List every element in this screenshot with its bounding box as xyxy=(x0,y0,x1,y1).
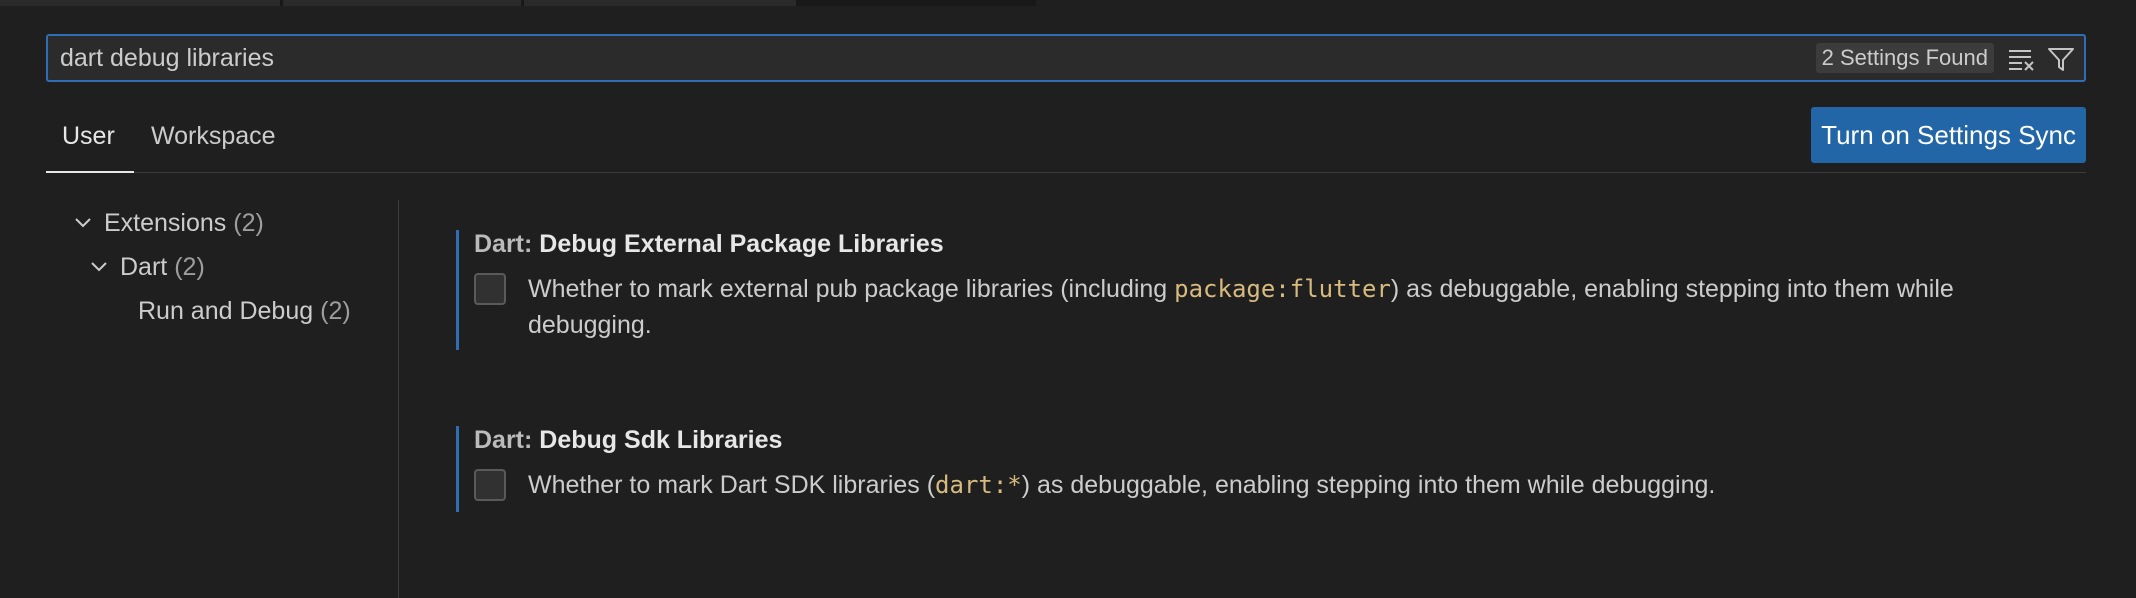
search-input[interactable] xyxy=(60,36,1760,80)
setting-description: Whether to mark Dart SDK libraries (dart… xyxy=(528,467,2078,503)
description-code: package:flutter xyxy=(1174,275,1391,303)
toc-item-label: Dart xyxy=(120,253,168,281)
active-tab-indicator xyxy=(46,171,134,173)
editor-tab-strip xyxy=(0,0,2136,6)
chevron-down-icon xyxy=(72,212,94,234)
settings-search-box[interactable]: 2 Settings Found xyxy=(46,34,2086,82)
toc-item-count: (2) xyxy=(320,297,351,325)
setting-item-debug-external-package-libraries: Dart: Debug External Package Libraries W… xyxy=(456,230,2086,350)
turn-on-settings-sync-button[interactable]: Turn on Settings Sync xyxy=(1811,107,2086,163)
editor-tab[interactable] xyxy=(524,0,796,6)
settings-toc-tree: Extensions (2) Dart (2) Run and Debug (2… xyxy=(46,200,398,598)
filter-icon[interactable] xyxy=(2046,44,2076,74)
tab-workspace[interactable]: Workspace xyxy=(151,122,276,151)
tab-user[interactable]: User xyxy=(62,122,115,151)
settings-editor: 2 Settings Found User Workspace Turn on … xyxy=(0,0,2136,598)
description-code: dart:* xyxy=(935,471,1022,499)
setting-checkbox[interactable] xyxy=(474,273,506,305)
editor-tab[interactable] xyxy=(0,0,280,6)
setting-name: Debug Sdk Libraries xyxy=(539,426,783,454)
description-text: Whether to mark external pub package lib… xyxy=(528,275,1175,303)
setting-focus-indicator xyxy=(456,426,459,512)
description-text: ) as debuggable, enabling stepping into … xyxy=(1021,471,1716,499)
toc-item-count: (2) xyxy=(233,209,264,237)
toc-item-count: (2) xyxy=(174,253,205,281)
setting-category: Dart: xyxy=(474,426,540,454)
toc-divider xyxy=(398,200,399,598)
clear-filter-icon[interactable] xyxy=(2006,44,2036,74)
setting-focus-indicator xyxy=(456,230,459,350)
setting-title: Dart: Debug Sdk Libraries xyxy=(474,426,782,455)
editor-tab-filler xyxy=(1036,0,2136,6)
toc-item-extensions[interactable]: Extensions (2) xyxy=(72,203,264,243)
setting-item-debug-sdk-libraries: Dart: Debug Sdk Libraries Whether to mar… xyxy=(456,426,2086,512)
toc-item-label: Extensions xyxy=(104,209,227,237)
toc-item-dart[interactable]: Dart (2) xyxy=(88,247,205,287)
settings-scope-tabs: User Workspace Turn on Settings Sync xyxy=(46,107,2086,173)
editor-tab[interactable] xyxy=(283,0,521,6)
setting-checkbox[interactable] xyxy=(474,469,506,501)
setting-name: Debug External Package Libraries xyxy=(539,230,944,258)
toc-item-run-and-debug[interactable]: Run and Debug (2) xyxy=(138,291,351,331)
toc-item-label: Run and Debug xyxy=(138,297,314,325)
settings-found-badge: 2 Settings Found xyxy=(1815,43,1994,73)
setting-description: Whether to mark external pub package lib… xyxy=(528,271,2078,343)
setting-category: Dart: xyxy=(474,230,540,258)
description-text: Whether to mark Dart SDK libraries ( xyxy=(528,471,936,499)
setting-title: Dart: Debug External Package Libraries xyxy=(474,230,944,259)
chevron-down-icon xyxy=(88,256,110,278)
